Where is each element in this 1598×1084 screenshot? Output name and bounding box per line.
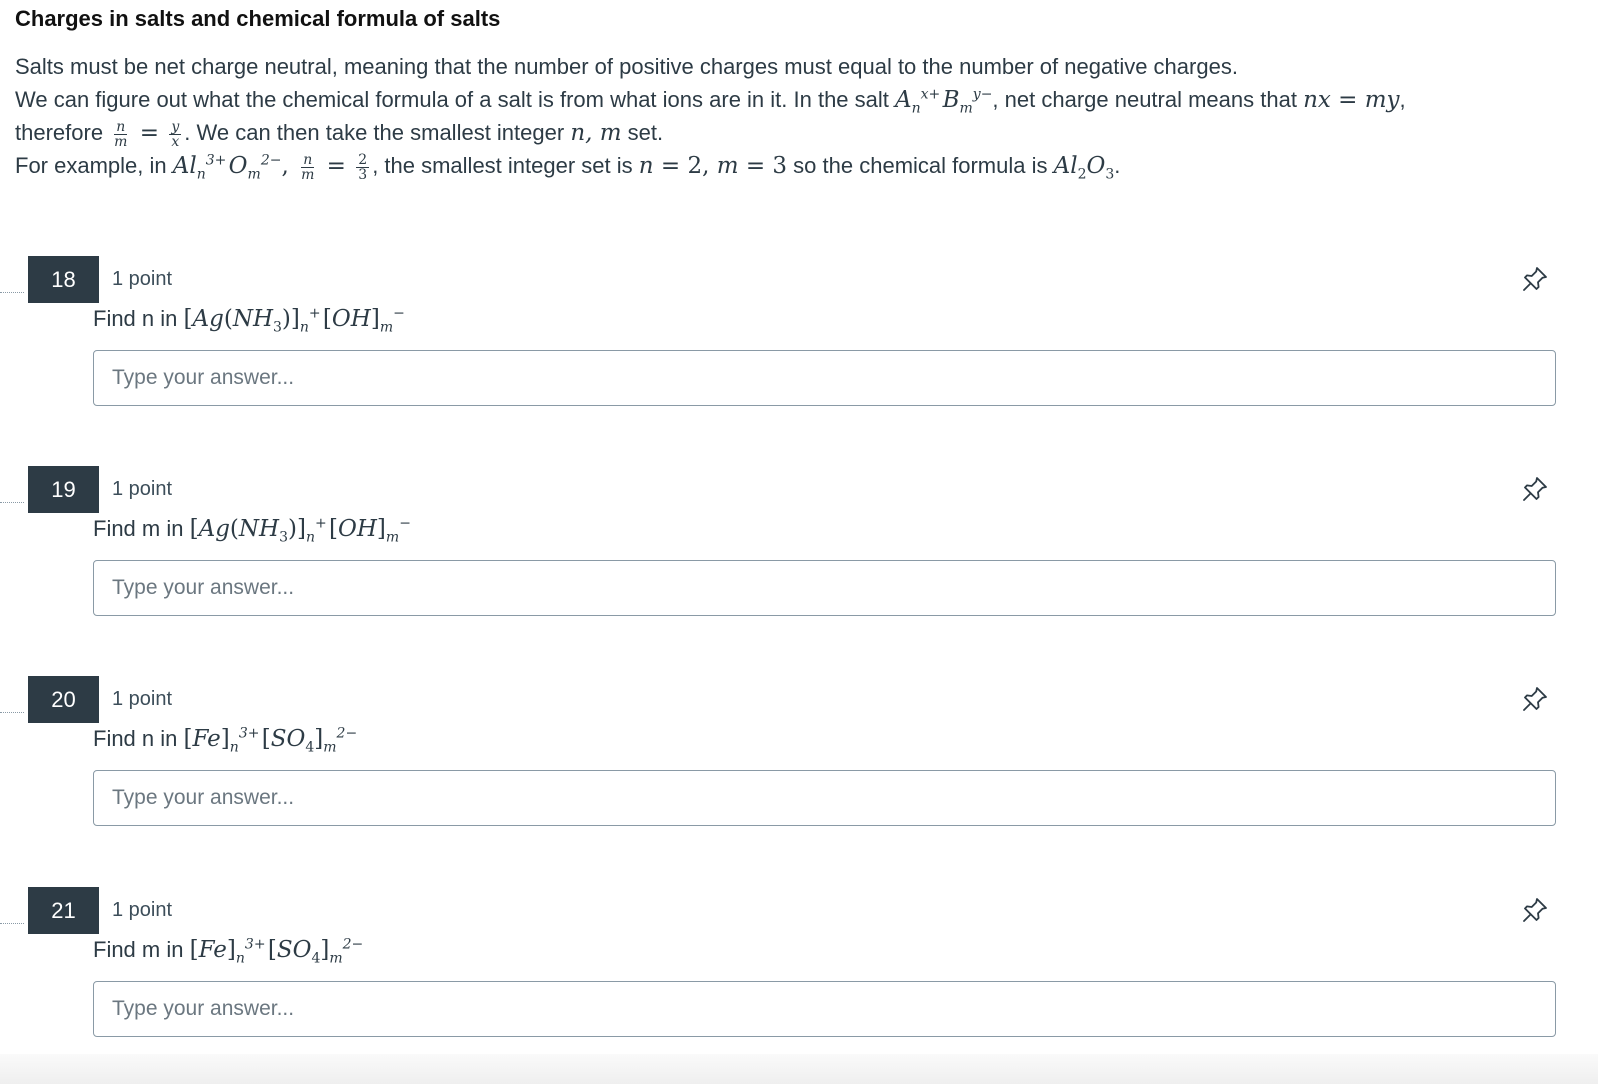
question-number: 19 — [28, 466, 99, 513]
pin-icon[interactable] — [1520, 264, 1550, 294]
question-points: 1 point — [112, 688, 173, 710]
math-fraction-n-m-example: nm — [301, 151, 315, 183]
math-fraction-n-m: nm — [114, 118, 128, 150]
pin-icon[interactable] — [1520, 684, 1550, 714]
question-18: 18 1 point Find n in [Ag(NH3)]n+ [OH]m− — [0, 256, 1598, 446]
math-n-m: n, m — [570, 120, 622, 146]
math-ion-formula: [Ag(NH3)]n+ [OH]m− — [189, 515, 411, 546]
question-19: 19 1 point Find m in [Ag(NH3)]n+ [OH]m− — [0, 466, 1598, 656]
intro-line-1: Salts must be net charge neutral, meanin… — [15, 54, 1238, 79]
section-title: Charges in salts and chemical formula of… — [15, 6, 501, 31]
intro-text: Salts must be net charge neutral, meanin… — [15, 50, 1575, 182]
math-example-salt: Aln3+ Om2− — [172, 152, 282, 183]
math-ion-formula: [Fe]n3+ [SO4]m2− — [183, 725, 358, 756]
math-example-formula: Al2O3 — [1053, 153, 1115, 183]
question-points: 1 point — [112, 478, 173, 500]
question-number: 21 — [28, 887, 99, 934]
answer-input[interactable] — [93, 560, 1556, 616]
math-neutral-equation: nx = my — [1303, 87, 1400, 113]
answer-input[interactable] — [93, 770, 1556, 826]
bottom-bar — [0, 1054, 1598, 1084]
pin-icon[interactable] — [1520, 895, 1550, 925]
question-prompt: Find m in [Fe]n3+ [SO4]m2− — [93, 936, 364, 967]
question-number: 18 — [28, 256, 99, 303]
question-number: 20 — [28, 676, 99, 723]
intro-line-4: For example, in Aln3+ Om2−, nm = 23, the… — [15, 151, 1121, 183]
question-divider — [0, 292, 24, 293]
question-divider — [0, 712, 24, 713]
math-ion-formula: [Fe]n3+ [SO4]m2− — [189, 936, 364, 967]
question-points: 1 point — [112, 899, 173, 921]
math-salt-formula: Anx+ Bmy− — [895, 86, 993, 117]
math-ion-formula: [Ag(NH3)]n+ [OH]m− — [183, 305, 405, 336]
question-21: 21 1 point Find m in [Fe]n3+ [SO4]m2− — [0, 887, 1598, 1077]
math-example-values: n = 2, m = 3 — [638, 153, 788, 179]
question-prompt: Find n in [Ag(NH3)]n+ [OH]m− — [93, 305, 405, 336]
math-fraction-y-x: yx — [169, 118, 182, 150]
question-divider — [0, 502, 24, 503]
pin-icon[interactable] — [1520, 474, 1550, 504]
question-points: 1 point — [112, 268, 173, 290]
math-fraction-2-3: 23 — [356, 151, 370, 183]
question-prompt: Find n in [Fe]n3+ [SO4]m2− — [93, 725, 358, 756]
intro-line-3: therefore nm = yx. We can then take the … — [15, 118, 664, 150]
question-20: 20 1 point Find n in [Fe]n3+ [SO4]m2− — [0, 676, 1598, 866]
answer-input[interactable] — [93, 350, 1556, 406]
answer-input[interactable] — [93, 981, 1556, 1037]
question-prompt: Find m in [Ag(NH3)]n+ [OH]m− — [93, 515, 411, 546]
intro-line-2: We can figure out what the chemical form… — [15, 86, 1406, 117]
question-divider — [0, 923, 24, 924]
